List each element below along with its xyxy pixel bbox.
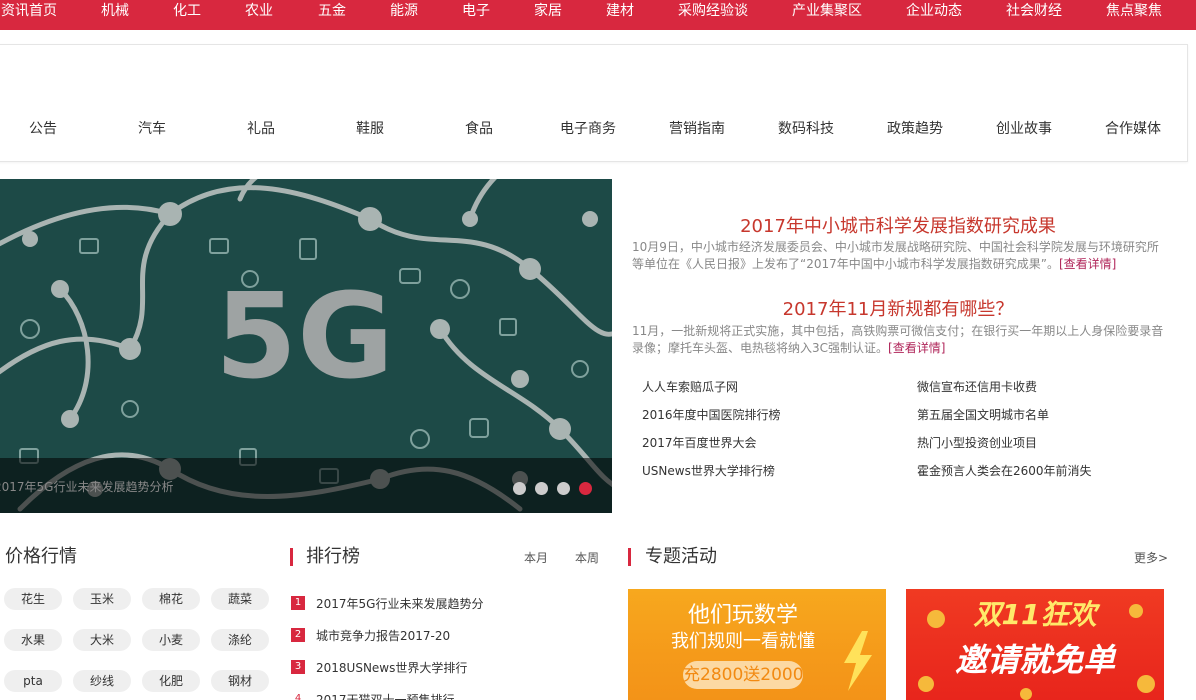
top-nav-item-procurement[interactable]: 采购经验谈 [678,0,748,24]
news-link[interactable]: 热门小型投资创业项目 [917,434,1037,451]
price-tag[interactable]: 花生 [4,588,62,610]
banner-caption[interactable]: 2017年5G行业未来发展趋势分析 [0,478,173,495]
topics-section-title: 专题活动 [645,546,717,567]
headline-2-more-link[interactable]: [查看详情] [888,341,945,355]
news-link[interactable]: 2017年百度世界大会 [642,434,757,451]
price-tag[interactable]: 涤纶 [211,629,269,651]
rank-number: 3 [291,660,305,674]
price-tag[interactable]: 大米 [73,629,131,651]
top-nav-item-chemical[interactable]: 化工 [173,0,201,24]
price-tag[interactable]: pta [4,670,62,692]
news-link[interactable]: 霍金预言人类会在2600年前消失 [917,462,1092,479]
topics-more-link[interactable]: 更多> [1134,549,1168,566]
price-tag[interactable]: 纱线 [73,670,131,692]
top-nav-item-hardware[interactable]: 五金 [318,0,346,24]
top-nav-item-building-materials[interactable]: 建材 [606,0,634,24]
carousel-dots [513,482,592,495]
category-item-gifts[interactable]: 礼品 [216,118,306,138]
carousel-dot-1[interactable] [513,482,526,495]
rank-number: 1 [291,596,305,610]
category-item-auto[interactable]: 汽车 [107,118,197,138]
rank-number: 4 [291,692,305,700]
headline-1-more-link[interactable]: [查看详情] [1059,257,1116,271]
price-tag[interactable]: 玉米 [73,588,131,610]
category-item-marketing[interactable]: 营销指南 [652,118,742,138]
top-nav-item-machinery[interactable]: 机械 [101,0,129,24]
top-nav-item-electronics[interactable]: 电子 [462,0,490,24]
promo-banner-math[interactable]: 他们玩数学 我们规则一看就懂 充2800送2000 [628,589,886,700]
top-nav-item-finance[interactable]: 社会财经 [1006,0,1062,24]
category-nav: 公告 汽车 礼品 鞋服 食品 电子商务 营销指南 数码科技 政策趋势 创业故事 … [0,44,1188,162]
top-nav-item-company-news[interactable]: 企业动态 [906,0,962,24]
news-link[interactable]: 第五届全国文明城市名单 [917,406,1049,423]
promo-1-line-1: 他们玩数学 [687,603,798,628]
top-nav-item-home-furnishing[interactable]: 家居 [534,0,562,24]
category-item-policy[interactable]: 政策趋势 [870,118,960,138]
price-tag[interactable]: 水果 [4,629,62,651]
news-link[interactable]: 微信宣布还信用卡收费 [917,378,1037,395]
carousel-dot-4[interactable] [579,482,592,495]
promo-2-line-2: 邀请就免单 [954,641,1115,679]
headline-news: 2017年中小城市科学发展指数研究成果 10月9日，中小城市经济发展委员会、中小… [612,179,1184,513]
rank-item[interactable]: 城市竞争力报告2017-20 [316,627,450,644]
category-item-apparel[interactable]: 鞋服 [325,118,415,138]
price-tag[interactable]: 钢材 [211,670,269,692]
rank-item[interactable]: 2018USNews世界大学排行 [316,659,467,676]
ranking-title-bar [290,548,293,566]
category-item-announcement[interactable]: 公告 [0,118,88,138]
rank-number: 2 [291,628,305,642]
headline-1-title[interactable]: 2017年中小城市科学发展指数研究成果 [612,212,1184,238]
category-item-media[interactable]: 合作媒体 [1088,118,1178,138]
promo-1-line-2: 我们规则一看就懂 [671,631,815,652]
promo-banner-double11[interactable]: 双11狂欢 邀请就免单 [906,589,1164,700]
carousel-dot-2[interactable] [535,482,548,495]
price-tag[interactable]: 蔬菜 [211,588,269,610]
ranking-tab-week[interactable]: 本周 [575,549,599,566]
promo-2-line-1: 双11狂欢 [973,598,1097,631]
news-link[interactable]: 2016年度中国医院排行榜 [642,406,781,423]
top-nav-item-energy[interactable]: 能源 [390,0,418,24]
ranking-section-title: 排行榜 [306,546,360,567]
news-link[interactable]: 人人车索赔瓜子网 [642,378,738,395]
carousel-dot-3[interactable] [557,482,570,495]
headline-2-title[interactable]: 2017年11月新规都有哪些？ [612,295,1184,321]
topics-title-bar [628,548,631,566]
banner-big-text: 5G [215,267,394,405]
category-item-startup[interactable]: 创业故事 [979,118,1069,138]
top-nav-item-agriculture[interactable]: 农业 [245,0,273,24]
category-item-food[interactable]: 食品 [434,118,524,138]
category-item-ecommerce[interactable]: 电子商务 [543,118,633,138]
price-tag[interactable]: 棉花 [142,588,200,610]
price-section-title: 价格行情 [5,546,77,567]
banner-carousel[interactable]: 5G 2017年5G行业未来发展趋势分析 [0,179,612,513]
top-nav-item-home[interactable]: 资讯首页 [1,0,57,24]
price-tag[interactable]: 化肥 [142,670,200,692]
ranking-tab-month[interactable]: 本月 [524,549,548,566]
rank-item[interactable]: 2017年5G行业未来发展趋势分 [316,595,483,612]
top-nav-item-focus[interactable]: 焦点聚焦 [1106,0,1162,24]
lightning-icon [844,631,872,691]
news-link[interactable]: USNews世界大学排行榜 [642,462,775,479]
category-item-digital-tech[interactable]: 数码科技 [761,118,851,138]
price-tag[interactable]: 小麦 [142,629,200,651]
rank-item[interactable]: 2017天猫双十一预售排行 [316,691,455,700]
top-nav-item-industrial-cluster[interactable]: 产业集聚区 [792,0,862,24]
headline-2-summary: 11月，一批新规将正式实施，其中包括，高铁购票可微信支付；在银行买一年期以上人身… [632,323,1164,357]
headline-1-summary: 10月9日，中小城市经济发展委员会、中小城市发展战略研究院、中国社会科学院发展与… [632,239,1164,273]
promo-1-pill: 充2800送2000 [683,661,804,689]
top-nav-bar: 资讯首页 机械 化工 农业 五金 能源 电子 家居 建材 采购经验谈 产业集聚区… [0,0,1196,30]
